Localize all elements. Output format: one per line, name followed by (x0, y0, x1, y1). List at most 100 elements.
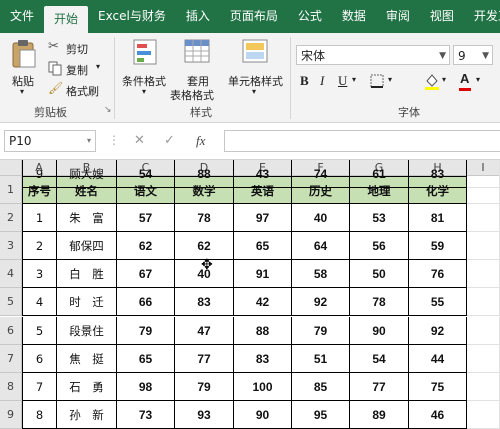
fill-color-icon[interactable] (424, 72, 440, 90)
cell[interactable] (467, 401, 500, 429)
table-cell[interactable]: 65 (234, 232, 292, 260)
table-cell[interactable]: 62 (175, 232, 234, 260)
select-all-corner[interactable] (0, 160, 22, 176)
table-cell[interactable]: 92 (292, 288, 350, 316)
conditional-format-button[interactable]: 条件格式 ▾ (120, 37, 172, 99)
font-color-icon[interactable]: A (460, 71, 469, 86)
table-cell[interactable]: 97 (234, 204, 292, 232)
table-cell[interactable]: 88 (234, 317, 292, 345)
table-cell[interactable]: 54 (117, 160, 175, 188)
table-cell[interactable]: 93 (175, 401, 234, 429)
row-header-2[interactable]: 2 (0, 204, 22, 232)
table-cell[interactable]: 95 (292, 401, 350, 429)
table-cell[interactable]: 78 (350, 288, 409, 316)
table-cell[interactable]: 44 (409, 345, 467, 373)
formula-input[interactable] (224, 130, 500, 152)
enter-icon[interactable]: ✓ (164, 133, 175, 148)
table-cell[interactable]: 石 勇 (57, 373, 117, 401)
table-cell[interactable]: 40 (175, 260, 234, 288)
table-cell[interactable]: 58 (292, 260, 350, 288)
table-cell[interactable]: 90 (234, 401, 292, 429)
table-cell[interactable]: 白 胜 (57, 260, 117, 288)
tab-review[interactable]: 审阅 (376, 0, 420, 33)
table-cell[interactable]: 40 (292, 204, 350, 232)
table-cell[interactable]: 孙 新 (57, 401, 117, 429)
italic-icon[interactable]: I (320, 73, 324, 89)
table-cell[interactable]: 88 (175, 160, 234, 188)
table-cell[interactable]: 时 迁 (57, 288, 117, 316)
row-header-5[interactable]: 5 (0, 288, 22, 316)
table-cell[interactable]: 4 (22, 288, 57, 316)
table-cell[interactable]: 100 (234, 373, 292, 401)
chevron-down-icon[interactable]: ▾ (388, 75, 392, 84)
table-cell[interactable]: 83 (234, 345, 292, 373)
cell[interactable] (467, 345, 500, 373)
row-header-9[interactable]: 9 (0, 401, 22, 429)
table-cell[interactable]: 91 (234, 260, 292, 288)
row-header-4[interactable]: 4 (0, 260, 22, 288)
table-cell[interactable]: 53 (350, 204, 409, 232)
row-header-6[interactable]: 6 (0, 317, 22, 345)
table-cell[interactable]: 89 (350, 401, 409, 429)
table-cell[interactable]: 焦 挺 (57, 345, 117, 373)
table-cell[interactable]: 75 (409, 373, 467, 401)
underline-icon[interactable]: U (338, 73, 347, 89)
table-cell[interactable]: 61 (350, 160, 409, 188)
table-cell[interactable]: 62 (117, 232, 175, 260)
table-cell[interactable]: 76 (409, 260, 467, 288)
tab-insert[interactable]: 插入 (176, 0, 220, 33)
table-cell[interactable]: 56 (350, 232, 409, 260)
table-cell[interactable]: 段景住 (57, 317, 117, 345)
tab-excel-finance[interactable]: Excel与财务 (88, 0, 176, 33)
cell[interactable] (467, 260, 500, 288)
paste-button[interactable]: 粘贴 ▾ (6, 37, 42, 99)
table-cell[interactable]: 92 (409, 317, 467, 345)
table-cell[interactable]: 81 (409, 204, 467, 232)
insert-function-icon[interactable]: fx (196, 133, 205, 149)
cell[interactable] (467, 373, 500, 401)
spreadsheet-grid[interactable]: A B C D E F G H I 1 2 3 4 5 6 7 8 9 序号 姓名 语文 数学 英语 历史 地理 化学 1 朱 富 57… (0, 160, 500, 429)
table-cell[interactable]: 64 (292, 232, 350, 260)
table-cell[interactable]: 77 (350, 373, 409, 401)
font-name-dropdown[interactable]: 宋体 ▼ (296, 45, 450, 65)
bold-icon[interactable]: B (300, 73, 309, 89)
table-cell[interactable]: 79 (292, 317, 350, 345)
table-cell[interactable]: 55 (409, 288, 467, 316)
cell-styles-button[interactable]: 单元格样式 ▾ (226, 37, 286, 99)
cell[interactable] (467, 288, 500, 316)
tab-data[interactable]: 数据 (332, 0, 376, 33)
table-cell[interactable]: 50 (350, 260, 409, 288)
table-cell[interactable]: 90 (350, 317, 409, 345)
table-cell[interactable]: 46 (409, 401, 467, 429)
row-header-7[interactable]: 7 (0, 345, 22, 373)
table-cell[interactable]: 74 (292, 160, 350, 188)
table-cell[interactable]: 42 (234, 288, 292, 316)
table-cell[interactable]: 7 (22, 373, 57, 401)
tab-developer[interactable]: 开发工具 (464, 0, 500, 33)
font-size-dropdown[interactable]: 9 ▼ (453, 45, 493, 65)
table-cell[interactable]: 3 (22, 260, 57, 288)
dialog-launcher-icon[interactable]: ↘ (104, 105, 112, 115)
format-as-table-button[interactable]: 套用 表格格式 (170, 37, 224, 102)
table-cell[interactable]: 2 (22, 232, 57, 260)
table-cell[interactable]: 79 (117, 317, 175, 345)
table-cell[interactable]: 57 (117, 204, 175, 232)
table-cell[interactable]: 8 (22, 401, 57, 429)
tab-page-layout[interactable]: 页面布局 (220, 0, 288, 33)
border-icon[interactable] (370, 74, 384, 88)
table-cell[interactable]: 5 (22, 317, 57, 345)
table-cell[interactable]: 78 (175, 204, 234, 232)
tab-view[interactable]: 视图 (420, 0, 464, 33)
table-cell[interactable]: 83 (175, 288, 234, 316)
cancel-icon[interactable]: ✕ (134, 133, 145, 148)
table-cell[interactable]: 85 (292, 373, 350, 401)
row-header-1[interactable]: 1 (0, 176, 22, 204)
drag-handle-icon[interactable]: ⋮ (108, 133, 120, 147)
tab-home[interactable]: 开始 (44, 6, 89, 33)
format-painter-button[interactable]: 🖌 格式刷 (48, 81, 110, 99)
tab-formulas[interactable]: 公式 (288, 0, 332, 33)
table-cell[interactable]: 67 (117, 260, 175, 288)
tab-file[interactable]: 文件 (0, 0, 44, 33)
chevron-down-icon[interactable]: ▾ (476, 75, 480, 84)
table-cell[interactable]: 54 (350, 345, 409, 373)
